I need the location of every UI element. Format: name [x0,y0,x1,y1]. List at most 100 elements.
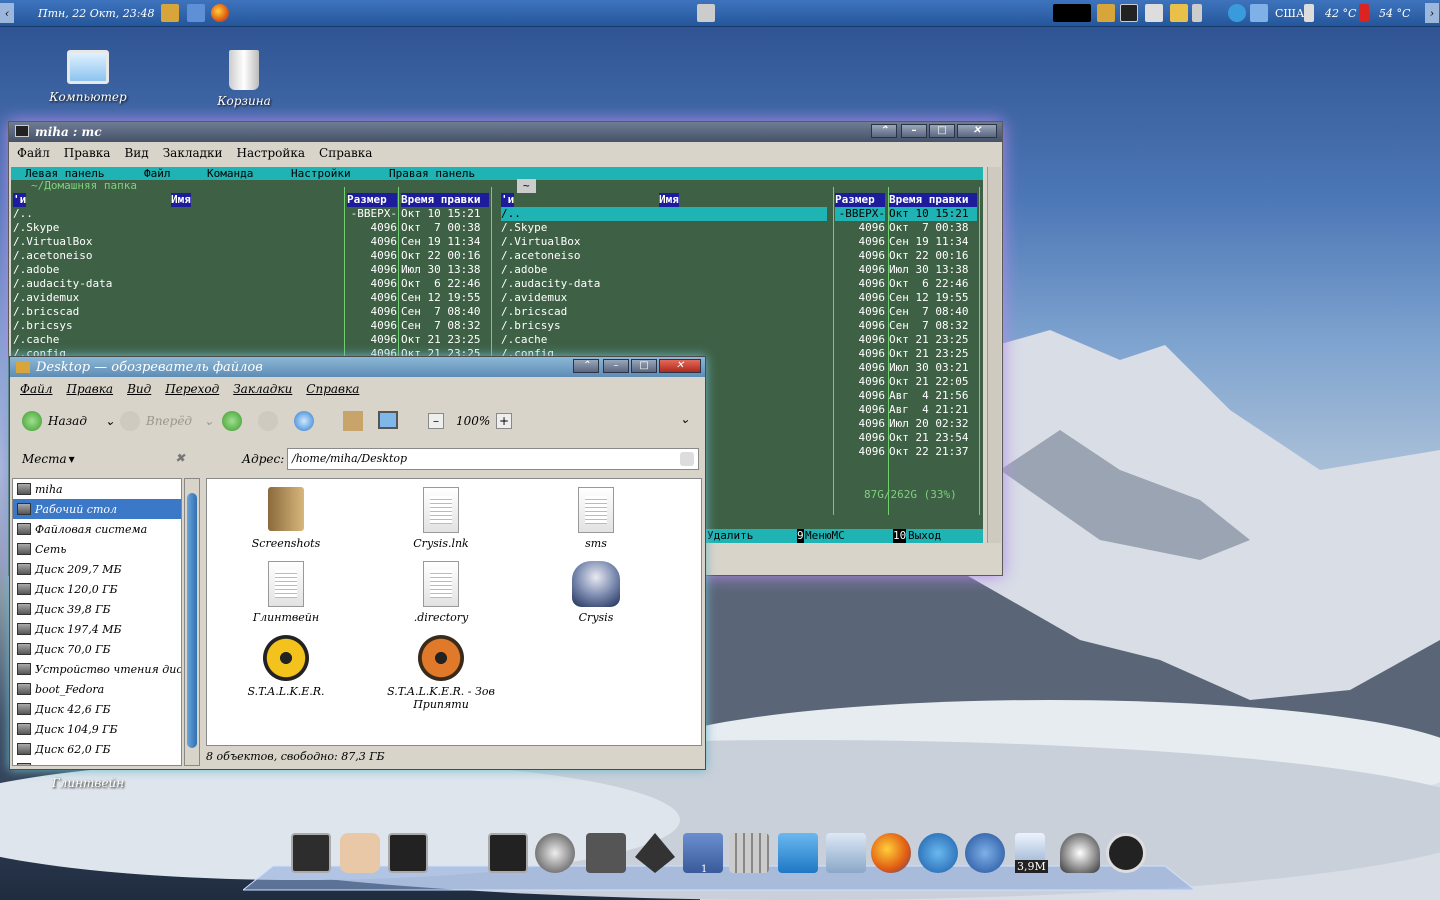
sidebar-item[interactable]: Диск 62,0 ГБ [13,739,181,759]
address-field[interactable]: /home/miha/Desktop [287,448,699,470]
desktop-icon-trash[interactable]: Корзина [199,50,289,108]
mc-row-name[interactable]: /.adobe [13,263,339,277]
menu-edit[interactable]: Правка [66,382,113,396]
menu-settings[interactable]: Настройка [236,146,305,160]
command-menu[interactable]: Команда [207,167,253,181]
sidebar-item[interactable]: Корзина [13,759,181,765]
file-item[interactable]: Screenshots [211,487,361,550]
sidebar-item[interactable]: Сеть [13,539,181,559]
scrollbar-thumb[interactable] [187,493,197,748]
file-item[interactable]: Глинтвейн [211,561,361,624]
forward-button[interactable]: Вперёд ⌄ [120,411,214,431]
chevron-down-icon[interactable]: ⌄ [105,414,115,428]
mc-row-name[interactable]: /.acetoneiso [501,249,827,263]
file-item[interactable]: Crysis.lnk [366,487,516,550]
clock[interactable]: Птн, 22 Окт, 23:48 [38,3,154,23]
mc-row-name[interactable]: /.. [501,207,827,221]
mc-row-name[interactable]: /.avidemux [13,291,339,305]
menu-help[interactable]: Справка [319,146,372,160]
mc-row-name[interactable]: /.avidemux [501,291,827,305]
sidebar-item[interactable]: Устройство чтения дис... [13,659,181,679]
dock-terminal-icon[interactable] [388,833,428,873]
sidebar-item[interactable]: Рабочий стол [13,499,181,519]
file-menu[interactable]: Файл [144,167,171,181]
close-button[interactable]: ✕ [659,359,701,373]
mc-row-name[interactable]: /.bricscad [13,305,339,319]
back-button[interactable]: Назад ⌄ [22,411,115,431]
sidebar-item[interactable]: Диск 70,0 ГБ [13,639,181,659]
file-cabinet-icon[interactable] [826,833,866,873]
screenshot-icon[interactable] [1145,4,1163,22]
tux-santa-icon[interactable] [1060,833,1100,873]
shade-button[interactable]: ⌃ [871,124,897,138]
fkey-delete-label[interactable]: Удалить [707,529,753,543]
places-selector[interactable]: Места ▾ [22,452,75,466]
stop-icon[interactable] [258,411,278,431]
mc-row-name[interactable]: /.VirtualBox [13,235,339,249]
text-editor-icon[interactable] [187,4,205,22]
menu-file[interactable]: Файл [20,382,52,396]
close-sidebar-icon[interactable]: ✖ [175,451,185,465]
sidebar-item[interactable]: Диск 39,8 ГБ [13,599,181,619]
clock-icon[interactable] [1106,833,1146,873]
sidebar-item[interactable]: Диск 197,4 МБ [13,619,181,639]
fm-titlebar[interactable]: Desktop — обозреватель файлов ⌃ – □ ✕ [10,357,705,377]
up-icon[interactable] [222,411,242,431]
workspace-switcher[interactable] [1053,4,1091,22]
menu-bookmarks[interactable]: Закладки [233,382,292,396]
skype-icon[interactable] [918,833,958,873]
file-item[interactable]: S.T.A.L.K.E.R. [211,635,361,698]
firefox-icon[interactable] [211,4,229,22]
sidebar-item[interactable]: Файловая система [13,519,181,539]
fkey-exit-label[interactable]: Выход [908,529,941,543]
sidebar-item[interactable]: Диск 104,9 ГБ [13,719,181,739]
maximize-button[interactable]: □ [929,124,955,138]
mc-titlebar[interactable]: miha : mc ⌃ – □ ✕ [9,122,1002,142]
notes-tray-icon[interactable] [1097,4,1115,22]
toolbar-overflow-icon[interactable]: ⌄ [680,412,690,426]
mc-row-name[interactable]: /.cache [13,333,339,347]
firefox-icon[interactable] [871,833,911,873]
sidebar-item[interactable]: Диск 120,0 ГБ [13,579,181,599]
mc-row-name[interactable]: /.Skype [13,221,339,235]
gimp-icon[interactable] [535,833,575,873]
mc-row-name[interactable]: /.VirtualBox [501,235,827,249]
dock-terminal-firefox[interactable] [291,833,331,873]
mc-row-name[interactable]: /.bricscad [501,305,827,319]
menu-file[interactable]: Файл [17,146,50,160]
zoom-out-icon[interactable]: – [428,413,444,429]
keyboard-layout[interactable]: США [1275,3,1304,23]
menu-go[interactable]: Переход [165,382,219,396]
menu-view[interactable]: Вид [127,382,151,396]
mc-row-name[interactable]: /.Skype [501,221,827,235]
update-icon[interactable] [1228,4,1246,22]
options-menu[interactable]: Настройки [291,167,351,181]
file-item[interactable]: sms [521,487,671,550]
mc-row-name[interactable]: /.bricsys [501,319,827,333]
dock-shell-icon[interactable] [340,833,380,873]
mc-row-name[interactable]: /.audacity-data [501,277,827,291]
terminal-tray-icon[interactable] [1120,4,1138,22]
menu-bookmarks[interactable]: Закладки [163,146,223,160]
sidebar-item[interactable]: miha [13,479,181,499]
sidebar-item[interactable]: Диск 209,7 МБ [13,559,181,579]
file-item[interactable]: Crysis [521,561,671,624]
mc-row-name[interactable]: /.adobe [501,263,827,277]
desktop-icon-glintwein[interactable]: Глинтвейн [43,776,133,790]
file-view[interactable]: Screenshots Crysis.lnk sms Глинтвейн .di… [206,478,702,746]
network-manager-icon[interactable] [586,833,626,873]
panel-scroll-left[interactable]: ‹ [0,3,14,23]
mc-scrollbar[interactable] [987,167,1001,543]
mc-row-name[interactable]: /.audacity-data [13,277,339,291]
shade-button[interactable]: ⌃ [573,359,599,373]
close-button[interactable]: ✕ [957,124,997,138]
network-icon[interactable] [697,4,715,22]
file-item[interactable]: S.T.A.L.K.E.R. - Зов Припяти [366,635,516,711]
calculator-icon[interactable] [729,833,769,873]
panel-scroll-right[interactable]: › [1425,3,1439,23]
right-panel-menu[interactable]: Правая панель [389,167,475,181]
menu-edit[interactable]: Правка [64,146,111,160]
clear-address-icon[interactable] [680,452,694,466]
fkey-menu-label[interactable]: МенюМС [805,529,845,543]
sidebar-item[interactable]: Диск 42,6 ГБ [13,699,181,719]
